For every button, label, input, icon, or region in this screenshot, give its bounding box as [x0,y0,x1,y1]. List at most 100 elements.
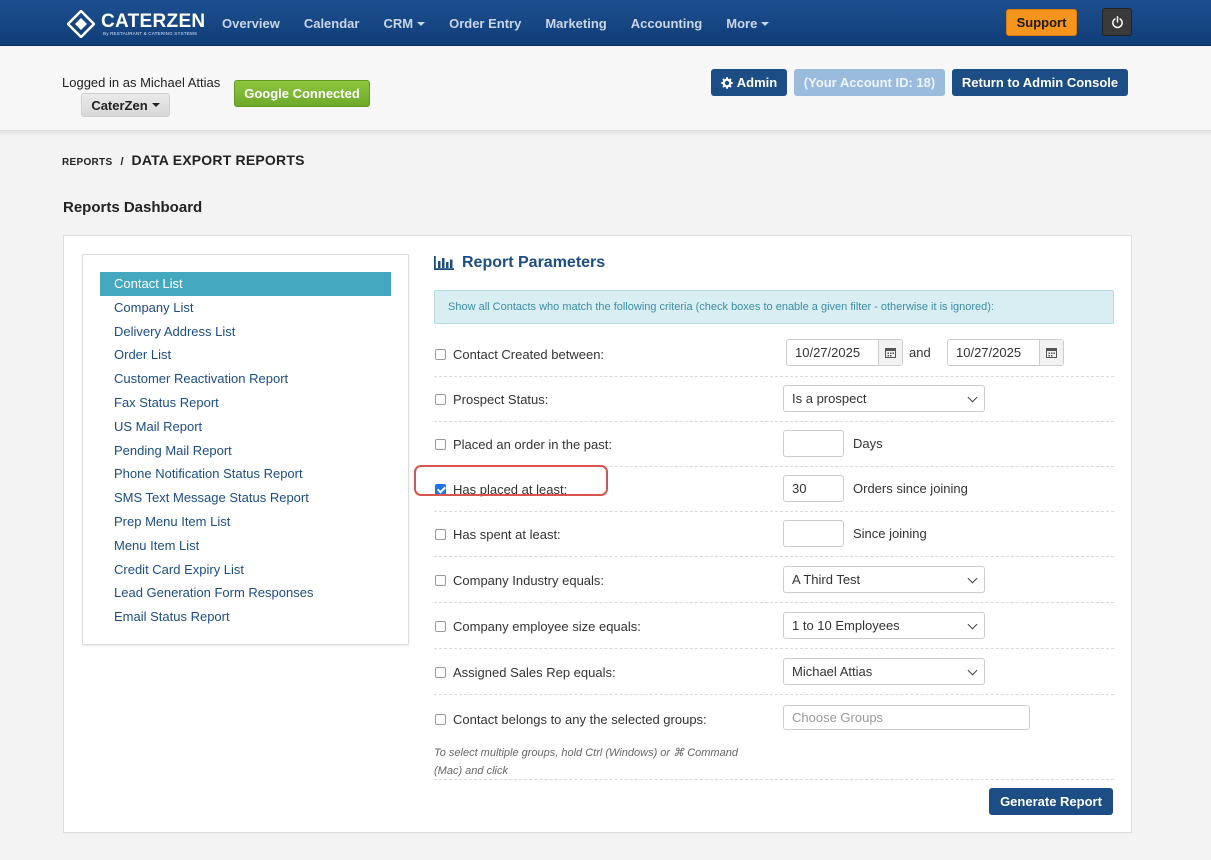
report-customer-reactivation[interactable]: Customer Reactivation Report [100,367,391,391]
report-contact-list[interactable]: Contact List [100,272,391,296]
report-prep-menu-item[interactable]: Prep Menu Item List [100,510,391,534]
chevron-down-icon [967,665,978,676]
spent-at-least-input[interactable] [783,520,844,547]
report-email-status[interactable]: Email Status Report [100,605,391,629]
order-past-days-input[interactable] [783,430,844,457]
highlight-annotation [414,465,608,496]
report-list: Contact List Company List Delivery Addre… [82,254,409,645]
nav-calendar[interactable]: Calendar [292,16,372,31]
gear-icon [721,76,733,89]
filter-employee-size: Company employee size equals: 1 to 10 Em… [434,603,1114,649]
breadcrumb-reports[interactable]: REPORTS [62,157,112,168]
since-joining-label: Since joining [853,526,927,541]
google-connected-button[interactable]: Google Connected [234,80,370,107]
report-us-mail[interactable]: US Mail Report [100,415,391,439]
nav-overview[interactable]: Overview [210,16,292,31]
filter-company-industry: Company Industry equals: A Third Test [434,557,1114,603]
generate-report-button[interactable]: Generate Report [989,788,1113,815]
prospect-status-label: Prospect Status: [453,392,549,407]
created-from-value: 10/27/2025 [795,345,861,360]
account-id-badge: (Your Account ID: 18) [794,69,945,96]
report-sms-status[interactable]: SMS Text Message Status Report [100,486,391,510]
breadcrumb-current: DATA EXPORT REPORTS [131,152,305,168]
filter-sales-rep: Assigned Sales Rep equals: Michael Attia… [434,649,1114,695]
report-pending-mail[interactable]: Pending Mail Report [100,439,391,463]
breadcrumb-separator: / [120,156,124,168]
sales-rep-value: Michael Attias [792,664,873,679]
created-between-label: Contact Created between: [453,347,605,362]
top-nav: CATERZEN By RESTAURANT & CATERING SYSTEM… [0,0,1211,46]
report-lead-generation[interactable]: Lead Generation Form Responses [100,581,391,605]
return-admin-console-button[interactable]: Return to Admin Console [952,69,1128,96]
prospect-status-select[interactable]: Is a prospect [783,385,985,412]
filter-created-between: Contact Created between: 10/27/2025 and … [434,332,1114,377]
company-industry-checkbox[interactable] [435,575,446,586]
created-between-checkbox[interactable] [435,349,446,360]
order-past-checkbox[interactable] [435,439,446,450]
groups-label: Contact belongs to any the selected grou… [453,712,707,727]
created-from-date[interactable]: 10/27/2025 [786,339,903,366]
employee-size-checkbox[interactable] [435,621,446,632]
orders-since-joining-label: Orders since joining [853,481,968,496]
report-company-list[interactable]: Company List [100,296,391,320]
spent-at-least-label: Has spent at least: [453,527,561,542]
report-delivery-address-list[interactable]: Delivery Address List [100,320,391,344]
placed-at-least-input[interactable]: 30 [783,475,844,502]
admin-label: Admin [736,75,778,90]
report-fax-status[interactable]: Fax Status Report [100,391,391,415]
created-to-date[interactable]: 10/27/2025 [947,339,1064,366]
employee-size-value: 1 to 10 Employees [792,618,900,633]
caret-down-icon [761,21,770,26]
support-button[interactable]: Support [1006,9,1077,36]
report-phone-notification[interactable]: Phone Notification Status Report [100,462,391,486]
calendar-icon[interactable] [878,340,902,365]
order-past-label: Placed an order in the past: [453,437,612,452]
nav-more[interactable]: More [714,16,781,31]
nav-marketing[interactable]: Marketing [533,16,618,31]
company-industry-select[interactable]: A Third Test [783,566,985,593]
params-header: Report Parameters [434,254,605,272]
calendar-icon[interactable] [1039,340,1063,365]
caret-down-icon [417,21,426,26]
filter-prospect-status: Prospect Status: Is a prospect [434,377,1114,422]
nav-order-entry[interactable]: Order Entry [437,16,533,31]
sales-rep-checkbox[interactable] [435,667,446,678]
company-dropdown[interactable]: CaterZen [81,93,170,117]
filter-order-past: Placed an order in the past: Days [434,422,1114,467]
created-to-value: 10/27/2025 [956,345,1022,360]
chevron-down-icon [967,573,978,584]
choose-groups-placeholder: Choose Groups [792,710,884,725]
logged-in-text: Logged in as Michael Attias [62,75,221,90]
report-order-list[interactable]: Order List [100,343,391,367]
prospect-status-value: Is a prospect [792,391,867,406]
caterzen-logo[interactable]: CATERZEN By RESTAURANT & CATERING SYSTEM… [67,9,205,39]
logo-text: CATERZEN [101,11,206,32]
criteria-info: Show all Contacts who match the followin… [434,290,1114,324]
breadcrumb: REPORTS / DATA EXPORT REPORTS [62,152,305,168]
employee-size-label: Company employee size equals: [453,619,641,634]
spent-at-least-checkbox[interactable] [435,529,446,540]
report-credit-card-expiry[interactable]: Credit Card Expiry List [100,558,391,582]
report-menu-item[interactable]: Menu Item List [100,534,391,558]
nav-crm[interactable]: CRM [371,16,437,31]
groups-checkbox[interactable] [435,714,446,725]
page-title: Reports Dashboard [63,199,203,216]
prospect-status-checkbox[interactable] [435,394,446,405]
chevron-down-icon [967,392,978,403]
bar-chart-icon [434,256,454,270]
power-icon [1111,15,1123,28]
choose-groups-input[interactable]: Choose Groups [783,705,1030,730]
employee-size-select[interactable]: 1 to 10 Employees [783,612,985,639]
and-label: and [909,345,931,360]
nav-crm-label: CRM [383,15,414,31]
sales-rep-select[interactable]: Michael Attias [783,658,985,685]
logout-button[interactable] [1102,8,1132,36]
company-industry-value: A Third Test [792,572,861,587]
chevron-down-icon [967,619,978,630]
reports-panel: Contact List Company List Delivery Addre… [63,235,1132,833]
nav-accounting[interactable]: Accounting [619,16,715,31]
admin-button[interactable]: Admin [711,69,787,96]
company-name: CaterZen [91,97,148,113]
filter-spent-at-least: Has spent at least: Since joining [434,512,1114,557]
groups-help-text: To select multiple groups, hold Ctrl (Wi… [434,747,738,777]
